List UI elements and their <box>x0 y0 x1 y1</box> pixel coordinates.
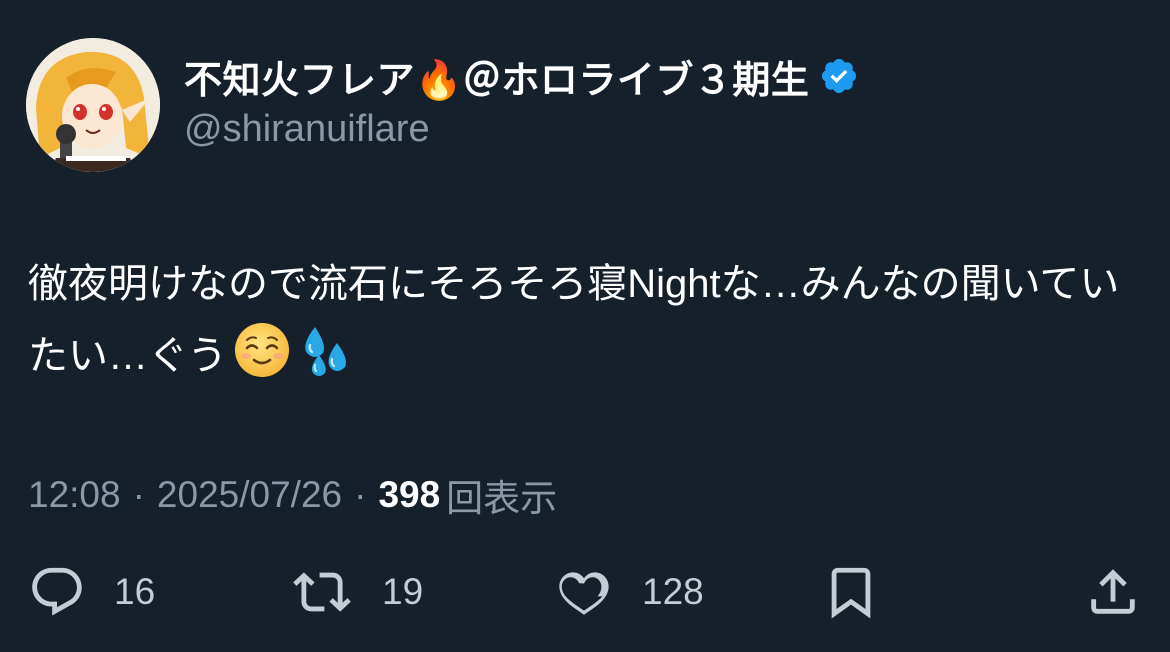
views-label: 回表示 <box>446 478 558 519</box>
like-count: 128 <box>642 571 704 612</box>
share-icon <box>1091 569 1135 614</box>
author-name-row[interactable]: 不知火フレア🔥＠ホロライブ３期生 <box>184 50 859 102</box>
avatar[interactable] <box>26 38 160 172</box>
reply-count: 16 <box>114 571 156 612</box>
retweet-count: 19 <box>382 571 424 612</box>
tweet-time[interactable]: 12:08 <box>28 474 121 516</box>
author-handle[interactable]: @shiranuiflare <box>184 108 430 151</box>
tweet-text: 徹夜明けなので流石にそろそろ寝Nightな…みんなの聞いていたい…ぐう <box>28 248 1143 392</box>
verified-badge-icon <box>819 56 859 96</box>
bookmark-button[interactable] <box>822 560 880 624</box>
meta-separator: · <box>354 474 367 515</box>
tweet-date[interactable]: 2025/07/26 <box>157 474 342 516</box>
heart-icon <box>559 572 609 615</box>
tweet-card: 不知火フレア🔥＠ホロライブ３期生 @shiranuiflare 徹夜明けなので流… <box>0 0 1170 652</box>
views-count[interactable]: 398 <box>378 474 440 516</box>
tweet-actions-bar: 16 19 128 <box>0 560 1170 624</box>
retweet-icon <box>293 572 351 612</box>
bookmark-icon <box>831 567 871 619</box>
tweet-meta: 12:08 · 2025/07/26 · 398 回表示 <box>28 468 557 522</box>
tweet-text-content: 徹夜明けなので流石にそろそろ寝Nightな…みんなの聞いていたい…ぐう <box>28 262 1120 378</box>
meta-separator: · <box>132 474 145 515</box>
share-button[interactable] <box>1084 560 1142 624</box>
relieved-face-emoji-icon <box>233 321 291 379</box>
avatar-image <box>26 38 160 172</box>
sweat-droplets-emoji-icon <box>297 321 355 379</box>
author-display-name[interactable]: 不知火フレア🔥＠ホロライブ３期生 <box>184 49 809 104</box>
reply-button[interactable]: 16 <box>28 560 155 624</box>
reply-icon <box>32 567 82 616</box>
like-button[interactable]: 128 <box>554 560 704 624</box>
retweet-button[interactable]: 19 <box>290 560 423 624</box>
